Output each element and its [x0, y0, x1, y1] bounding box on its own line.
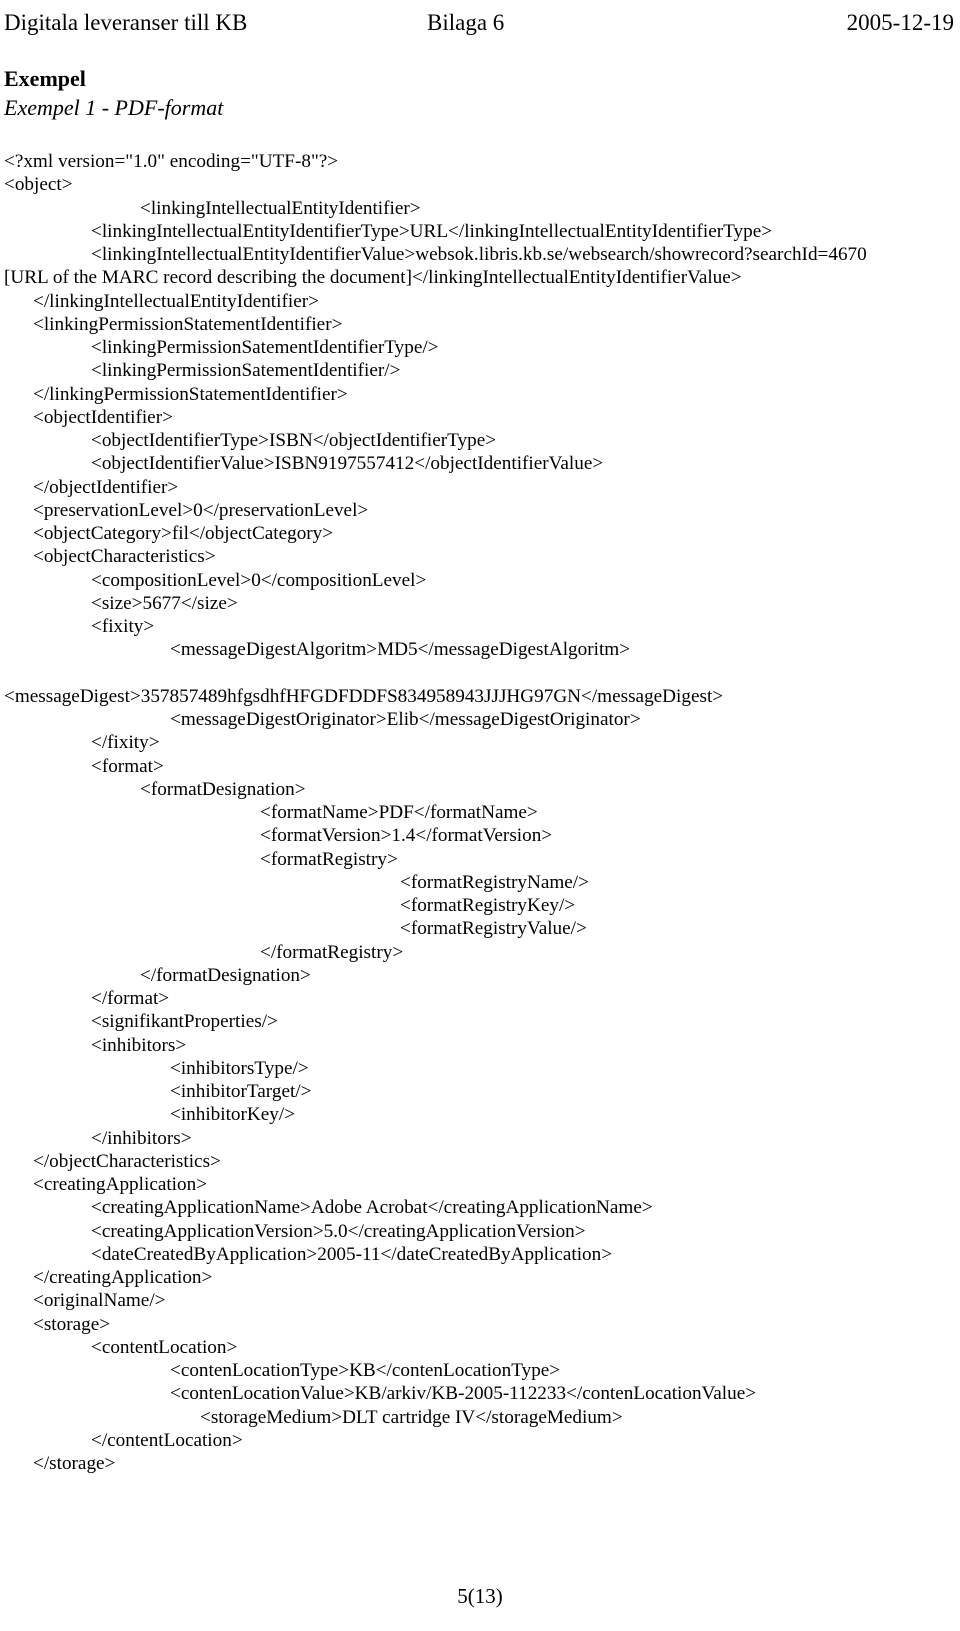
code-line: <objectIdentifier>	[33, 406, 173, 428]
code-line: </linkingIntellectualEntityIdentifier>	[33, 290, 319, 312]
code-line: <fixity>	[91, 616, 155, 637]
code-line: <inhibitorTarget/>	[170, 1081, 312, 1102]
code-line: <objectIdentifierValue>ISBN9197557412</o…	[91, 453, 604, 475]
code-line: <inhibitors>	[91, 1034, 187, 1056]
code-line: <formatRegistryName/>	[400, 871, 589, 893]
code-line: </formatDesignation>	[140, 964, 311, 986]
code-line: [URL of the MARC record describing the d…	[4, 267, 742, 289]
code-line: <contentLocation>	[91, 1336, 238, 1358]
code-line: </creatingApplication>	[33, 1267, 213, 1288]
code-line: </storage>	[33, 1453, 116, 1474]
page-subtitle: Exempel 1 - PDF-format	[4, 95, 224, 120]
code-line: <formatRegistryValue/>	[400, 918, 587, 940]
code-line: <objectCategory>fil</objectCategory>	[33, 523, 334, 544]
code-line: <inhibitorsType/>	[170, 1057, 309, 1079]
code-line: <formatName>PDF</formatName>	[260, 802, 538, 823]
code-line: <storageMedium>DLT cartridge IV</storage…	[200, 1406, 623, 1428]
page-title: Exempel	[4, 66, 86, 91]
header-appendix-label: Bilaga 6	[427, 10, 505, 35]
code-line: <size>5677</size>	[91, 592, 238, 614]
xml-code-listing: <?xml version="1.0" encoding="UTF-8"?> <o…	[0, 150, 960, 1475]
code-line: <linkingPermissionSatementIdentifier/>	[91, 360, 401, 382]
code-line: </format>	[91, 988, 170, 1009]
code-line: <formatDesignation>	[140, 778, 306, 800]
code-line: <preservationLevel>0</preservationLevel>	[33, 499, 369, 521]
code-line: <linkingPermissionSatementIdentifierType…	[91, 337, 439, 358]
page-header: Digitala leveranser till KB Bilaga 6 200…	[0, 8, 960, 42]
heading-block: Exempel Exempel 1 - PDF-format	[4, 66, 704, 122]
code-line: <creatingApplication>	[33, 1174, 208, 1195]
code-line: <storage>	[33, 1313, 111, 1335]
code-line: <compositionLevel>0</compositionLevel>	[91, 569, 427, 591]
code-line: </linkingPermissionStatementIdentifier>	[33, 383, 348, 405]
code-line: </objectCharacteristics>	[33, 1150, 221, 1172]
code-line: <messageDigestAlgoritm>MD5</messageDiges…	[170, 639, 631, 661]
code-line: </fixity>	[91, 732, 160, 754]
code-line: </contentLocation>	[91, 1429, 243, 1451]
code-line: <linkingIntellectualEntityIdentifierType…	[91, 220, 773, 242]
code-line: <signifikantProperties/>	[91, 1011, 278, 1033]
code-line: <objectIdentifierType>ISBN</objectIdenti…	[91, 430, 497, 451]
code-line: <formatRegistry>	[260, 848, 398, 870]
code-line: </inhibitors>	[91, 1127, 192, 1149]
header-date: 2005-12-19	[846, 10, 954, 35]
code-line: <contenLocationType>KB</contenLocationTy…	[170, 1360, 561, 1381]
code-line: <messageDigestOriginator>Elib</messageDi…	[170, 709, 641, 730]
code-line: <linkingPermissionStatementIdentifier>	[33, 313, 343, 335]
code-line: <contenLocationValue>KB/arkiv/KB-2005-11…	[170, 1383, 757, 1405]
code-line: <linkingIntellectualEntityIdentifier>	[140, 197, 421, 219]
code-line: </formatRegistry>	[260, 941, 404, 963]
code-line: <creatingApplicationName>Adobe Acrobat</…	[91, 1197, 653, 1219]
code-line: <format>	[91, 755, 164, 777]
code-line: <dateCreatedByApplication>2005-11</dateC…	[91, 1243, 613, 1265]
page-footer: 5(13)	[0, 1584, 960, 1609]
code-line: <formatVersion>1.4</formatVersion>	[260, 825, 553, 847]
header-document-title: Digitala leveranser till KB	[4, 10, 248, 35]
code-line: <messageDigest>357857489hfgsdhfHFGDFDDFS…	[4, 685, 724, 707]
code-line: <creatingApplicationVersion>5.0</creatin…	[91, 1220, 586, 1242]
code-line: </objectIdentifier>	[33, 476, 179, 498]
page-number: 5(13)	[457, 1584, 503, 1608]
code-line: <object>	[4, 174, 73, 196]
code-line: <inhibitorKey/>	[170, 1104, 296, 1126]
code-line: <?xml version="1.0" encoding="UTF-8"?>	[4, 151, 339, 172]
code-line: <linkingIntellectualEntityIdentifierValu…	[91, 244, 867, 265]
code-line: <objectCharacteristics>	[33, 546, 216, 568]
code-line: <formatRegistryKey/>	[400, 895, 576, 916]
code-line: <originalName/>	[33, 1290, 166, 1312]
